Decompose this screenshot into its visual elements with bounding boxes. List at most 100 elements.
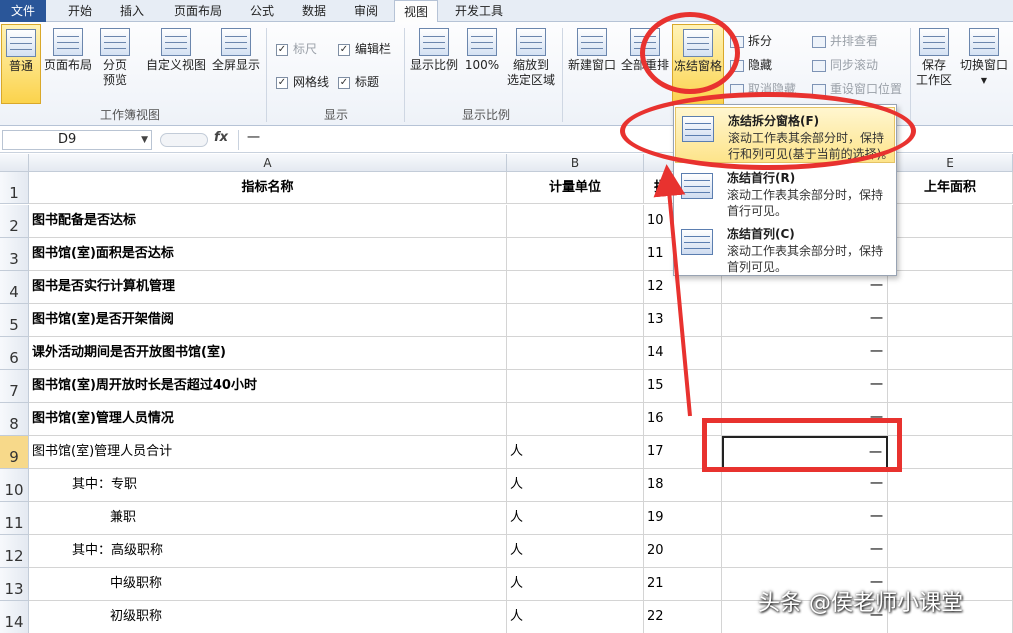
switch-windows-button[interactable]: 切换窗口 ▼ xyxy=(956,24,1012,88)
row-header[interactable]: 3 xyxy=(0,238,29,271)
cell-a6[interactable]: 课外活动期间是否开放图书馆(室) xyxy=(29,337,507,370)
tab-insert[interactable]: 插入 xyxy=(110,0,154,22)
cell-a10[interactable]: 其中：专职 xyxy=(29,469,507,502)
cell-e1[interactable]: 上年面积 xyxy=(888,172,1013,204)
cell-b2[interactable] xyxy=(507,205,644,238)
cell-d7[interactable]: 一 xyxy=(722,370,888,403)
page-break-preview-button[interactable]: 分页 预览 xyxy=(96,24,134,88)
ruler-checkbox[interactable]: ✓ 标尺 xyxy=(276,40,317,58)
cell-c11[interactable]: 19 xyxy=(644,502,722,535)
column-header-a[interactable]: A xyxy=(29,154,507,172)
chevron-down-icon[interactable]: ▼ xyxy=(141,131,148,149)
select-all-corner[interactable] xyxy=(0,154,29,172)
row-header[interactable]: 7 xyxy=(0,370,29,403)
cell-e8[interactable] xyxy=(888,403,1013,436)
cell-e2[interactable] xyxy=(888,205,1013,238)
cell-a7[interactable]: 图书馆(室)周开放时长是否超过40小时 xyxy=(29,370,507,403)
tab-file[interactable]: 文件 xyxy=(0,0,46,22)
cell-e4[interactable] xyxy=(888,271,1013,304)
cell-b5[interactable] xyxy=(507,304,644,337)
cell-a3[interactable]: 图书馆(室)面积是否达标 xyxy=(29,238,507,271)
row-header[interactable]: 1 xyxy=(0,172,29,204)
cell-c13[interactable]: 21 xyxy=(644,568,722,601)
cell-b7[interactable] xyxy=(507,370,644,403)
freeze-top-row-option[interactable]: 冻结首行(R) 滚动工作表其余部分时，保持首行可见。 xyxy=(675,165,895,221)
zoom-100-button[interactable]: 100% xyxy=(464,24,500,73)
row-header[interactable]: 2 xyxy=(0,205,29,238)
cell-a2[interactable]: 图书配备是否达标 xyxy=(29,205,507,238)
cell-a13[interactable]: 中级职称 xyxy=(29,568,507,601)
formula-bar-checkbox[interactable]: ✓ 编辑栏 xyxy=(338,40,391,58)
cell-e7[interactable] xyxy=(888,370,1013,403)
split-button[interactable]: 拆分 xyxy=(730,32,772,50)
cell-a11[interactable]: 兼职 xyxy=(29,502,507,535)
hide-button[interactable]: 隐藏 xyxy=(730,56,772,74)
cell-b13[interactable]: 人 xyxy=(507,568,644,601)
cell-d11[interactable]: 一 xyxy=(722,502,888,535)
cell-c6[interactable]: 14 xyxy=(644,337,722,370)
freeze-panes-button[interactable]: 冻结窗格 xyxy=(672,24,724,106)
cell-e9[interactable] xyxy=(888,436,1013,469)
full-screen-button[interactable]: 全屏显示 xyxy=(210,24,262,73)
cell-a4[interactable]: 图书是否实行计算机管理 xyxy=(29,271,507,304)
cell-c8[interactable]: 16 xyxy=(644,403,722,436)
insert-function-icon[interactable]: fx xyxy=(214,130,228,145)
zoom-button[interactable]: 显示比例 xyxy=(408,24,460,73)
cell-e11[interactable] xyxy=(888,502,1013,535)
row-header[interactable]: 4 xyxy=(0,271,29,304)
row-header[interactable]: 12 xyxy=(0,535,29,568)
cell-b9[interactable]: 人 xyxy=(507,436,644,469)
sync-scroll-button[interactable]: 同步滚动 xyxy=(812,56,878,74)
cell-c10[interactable]: 18 xyxy=(644,469,722,502)
cell-b12[interactable]: 人 xyxy=(507,535,644,568)
name-box[interactable]: D9 ▼ xyxy=(2,130,152,150)
row-header[interactable]: 13 xyxy=(0,568,29,601)
cell-a8[interactable]: 图书馆(室)管理人员情况 xyxy=(29,403,507,436)
page-layout-view-button[interactable]: 页面布局 xyxy=(42,24,94,73)
gridlines-checkbox[interactable]: ✓ 网格线 xyxy=(276,73,329,91)
column-header-e[interactable]: E xyxy=(888,154,1013,172)
cell-b11[interactable]: 人 xyxy=(507,502,644,535)
tab-data[interactable]: 数据 xyxy=(292,0,336,22)
cell-d10[interactable]: 一 xyxy=(722,469,888,502)
row-header[interactable]: 8 xyxy=(0,403,29,436)
cell-d8[interactable]: 一 xyxy=(722,403,888,436)
view-side-by-side-button[interactable]: 并排查看 xyxy=(812,32,878,50)
cell-b14[interactable]: 人 xyxy=(507,601,644,633)
cell-e6[interactable] xyxy=(888,337,1013,370)
cell-e3[interactable] xyxy=(888,238,1013,271)
cell-b3[interactable] xyxy=(507,238,644,271)
cell-a5[interactable]: 图书馆(室)是否开架借阅 xyxy=(29,304,507,337)
cell-b6[interactable] xyxy=(507,337,644,370)
cell-b8[interactable] xyxy=(507,403,644,436)
custom-views-button[interactable]: 自定义视图 xyxy=(144,24,208,73)
headings-checkbox[interactable]: ✓ 标题 xyxy=(338,73,379,91)
tab-review[interactable]: 审阅 xyxy=(344,0,388,22)
cell-b1[interactable]: 计量单位 xyxy=(507,172,644,204)
row-header[interactable]: 14 xyxy=(0,601,29,633)
cell-a1[interactable]: 指标名称 xyxy=(29,172,507,204)
tab-formulas[interactable]: 公式 xyxy=(240,0,284,22)
cell-d6[interactable]: 一 xyxy=(722,337,888,370)
tab-view[interactable]: 视图 xyxy=(394,0,438,23)
freeze-panes-option[interactable]: 冻结拆分窗格(F) 滚动工作表其余部分时，保持行和列可见(基于当前的选择)。 xyxy=(675,107,895,163)
cell-a12[interactable]: 其中：高级职称 xyxy=(29,535,507,568)
reset-window-position-button[interactable]: 重设窗口位置 xyxy=(812,80,902,98)
cell-c9[interactable]: 17 xyxy=(644,436,722,469)
row-header[interactable]: 10 xyxy=(0,469,29,502)
tab-home[interactable]: 开始 xyxy=(56,0,104,22)
cell-a14[interactable]: 初级职称 xyxy=(29,601,507,633)
cell-c5[interactable]: 13 xyxy=(644,304,722,337)
cell-b4[interactable] xyxy=(507,271,644,304)
row-header[interactable]: 11 xyxy=(0,502,29,535)
cell-d5[interactable]: 一 xyxy=(722,304,888,337)
cell-c12[interactable]: 20 xyxy=(644,535,722,568)
cell-d12[interactable]: 一 xyxy=(722,535,888,568)
cell-e10[interactable] xyxy=(888,469,1013,502)
unhide-button[interactable]: 取消隐藏 xyxy=(730,80,796,98)
row-header[interactable]: 9 xyxy=(0,436,29,469)
normal-view-button[interactable]: 普通 xyxy=(1,24,41,104)
save-workspace-button[interactable]: 保存 工作区 xyxy=(914,24,954,88)
cell-a9[interactable]: 图书馆(室)管理人员合计 xyxy=(29,436,507,469)
row-header[interactable]: 5 xyxy=(0,304,29,337)
